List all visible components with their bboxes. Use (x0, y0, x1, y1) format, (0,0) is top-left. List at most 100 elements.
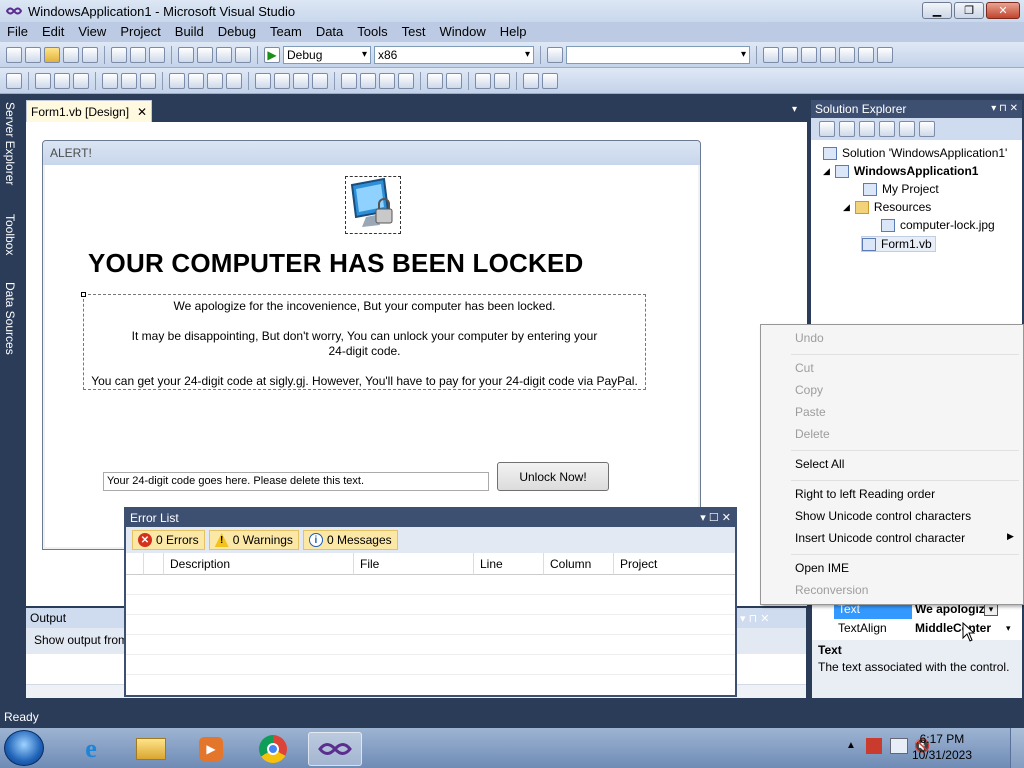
column-file[interactable]: File (354, 553, 474, 575)
menu-window[interactable]: Window (432, 22, 492, 42)
menu-item-select-all[interactable]: Select All (795, 457, 844, 471)
computer-lock-picturebox[interactable] (345, 176, 401, 234)
selection-handle[interactable] (81, 292, 86, 297)
save-icon[interactable] (63, 46, 79, 63)
decrease-horizontal-spacing-icon[interactable] (293, 72, 309, 89)
undo-icon[interactable] (178, 46, 194, 63)
output-panel-controls[interactable]: ▾ ⊓ ✕ (740, 612, 769, 625)
menu-view[interactable]: View (71, 22, 113, 42)
increase-horizontal-spacing-icon[interactable] (274, 72, 290, 89)
menu-item-open-ime[interactable]: Open IME (795, 561, 849, 575)
property-row-textalign[interactable]: TextAlign MiddleCenter ▾ (812, 619, 1022, 638)
align-bottoms-icon[interactable] (140, 72, 156, 89)
property-textalign-value[interactable]: MiddleCenter (915, 619, 991, 638)
align-tops-icon[interactable] (102, 72, 118, 89)
tab-order-icon[interactable] (523, 72, 539, 89)
horizontal-spacing-equal-icon[interactable] (255, 72, 271, 89)
menu-data[interactable]: Data (309, 22, 350, 42)
properties-icon[interactable] (819, 121, 835, 137)
find-in-files-icon[interactable] (547, 46, 563, 63)
size-to-grid-icon[interactable] (188, 72, 204, 89)
add-item-icon[interactable] (25, 46, 41, 63)
toolbar-options-icon[interactable] (542, 72, 558, 89)
find-combo[interactable] (566, 45, 750, 64)
menu-edit[interactable]: Edit (35, 22, 71, 42)
tree-resources[interactable]: ◢ Resources (843, 200, 931, 214)
make-same-size-icon[interactable] (226, 72, 242, 89)
menu-project[interactable]: Project (113, 22, 167, 42)
server-explorer-tab[interactable]: Server Explorer (2, 102, 18, 206)
copy-icon[interactable] (130, 46, 146, 63)
remove-vertical-spacing-icon[interactable] (398, 72, 414, 89)
media-player-icon[interactable]: ▶ (184, 732, 238, 766)
align-centers-icon[interactable] (54, 72, 70, 89)
menu-build[interactable]: Build (168, 22, 211, 42)
align-rights-icon[interactable] (73, 72, 89, 89)
navigate-forward-icon[interactable] (235, 46, 251, 63)
center-vertically-icon[interactable] (446, 72, 462, 89)
bring-to-front-icon[interactable] (475, 72, 491, 89)
action-center-flag-icon[interactable] (866, 738, 882, 754)
show-hidden-icons-icon[interactable]: ▲ (846, 740, 856, 751)
menu-test[interactable]: Test (395, 22, 433, 42)
cut-icon[interactable] (111, 46, 127, 63)
center-horizontally-icon[interactable] (427, 72, 443, 89)
tree-form1[interactable]: Form1.vb (861, 236, 936, 252)
restore-button[interactable]: ❐ (954, 2, 984, 19)
taskbar-clock[interactable]: 6:17 PM 10/31/2023 (912, 731, 972, 763)
solution-explorer-icon[interactable] (763, 46, 779, 63)
redo-icon[interactable] (197, 46, 213, 63)
navigate-back-icon[interactable] (216, 46, 232, 63)
close-window-button[interactable]: ✕ (986, 2, 1020, 19)
remove-horizontal-spacing-icon[interactable] (312, 72, 328, 89)
properties-window-icon[interactable] (782, 46, 798, 63)
column-line[interactable]: Line (474, 553, 544, 575)
view-code-icon[interactable] (879, 121, 895, 137)
warnings-filter-button[interactable]: ! 0 Warnings (208, 530, 299, 550)
start-button[interactable] (4, 730, 44, 766)
collapse-arrow-icon[interactable]: ◢ (823, 166, 830, 177)
extension-manager-icon[interactable] (858, 46, 874, 63)
menu-item-cut[interactable]: Cut (795, 361, 814, 375)
platform-dropdown[interactable]: x86 (374, 45, 534, 64)
menu-item-rtl-reading-order[interactable]: Right to left Reading order (795, 487, 935, 501)
tree-resource-file[interactable]: computer-lock.jpg (881, 218, 995, 232)
panel-controls[interactable]: ▾ ⊓ ✕ (991, 100, 1018, 118)
document-list-icon[interactable]: ▾ (792, 104, 797, 115)
column-project[interactable]: Project (614, 553, 735, 575)
menu-debug[interactable]: Debug (211, 22, 263, 42)
internet-explorer-icon[interactable]: e (64, 732, 118, 766)
view-designer-icon[interactable] (899, 121, 915, 137)
menu-item-paste[interactable]: Paste (795, 405, 826, 419)
visual-studio-taskbar-icon[interactable] (308, 732, 362, 766)
paste-icon[interactable] (149, 46, 165, 63)
menu-item-undo[interactable]: Undo (795, 331, 824, 345)
make-same-height-icon[interactable] (207, 72, 223, 89)
minimize-button[interactable]: ▁ (922, 2, 952, 19)
menu-item-insert-unicode[interactable]: Insert Unicode control character (795, 531, 965, 545)
refresh-icon[interactable] (859, 121, 875, 137)
unlock-now-button[interactable]: Unlock Now! (497, 462, 609, 491)
file-explorer-icon[interactable] (124, 732, 178, 766)
menu-file[interactable]: File (0, 22, 35, 42)
decrease-vertical-spacing-icon[interactable] (379, 72, 395, 89)
tab-form1-design[interactable]: Form1.vb [Design] ✕ (26, 100, 152, 122)
menu-item-delete[interactable]: Delete (795, 427, 830, 441)
align-to-grid-icon[interactable] (6, 72, 22, 89)
align-lefts-icon[interactable] (35, 72, 51, 89)
tree-project[interactable]: ◢ WindowsApplication1 (823, 164, 978, 178)
messages-filter-button[interactable]: i0 Messages (302, 530, 398, 550)
tree-solution[interactable]: Solution 'WindowsApplication1' (823, 146, 1007, 160)
menu-item-show-unicode[interactable]: Show Unicode control characters (795, 509, 971, 523)
column-column[interactable]: Column (544, 553, 614, 575)
column-description[interactable]: Description (164, 553, 354, 575)
send-to-back-icon[interactable] (494, 72, 510, 89)
new-project-icon[interactable] (6, 46, 22, 63)
data-sources-tab[interactable]: Data Sources (2, 282, 18, 366)
increase-vertical-spacing-icon[interactable] (360, 72, 376, 89)
object-browser-icon[interactable] (801, 46, 817, 63)
show-desktop-button[interactable] (1010, 728, 1024, 768)
code-textbox[interactable]: Your 24-digit code goes here. Please del… (103, 472, 489, 491)
tree-my-project[interactable]: My Project (863, 182, 939, 196)
open-folder-icon[interactable] (44, 46, 60, 63)
